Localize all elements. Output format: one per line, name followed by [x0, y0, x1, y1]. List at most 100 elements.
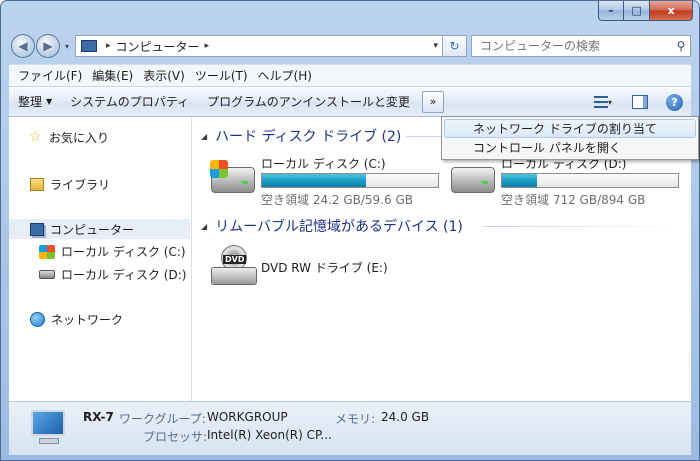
help-button[interactable]: ?	[666, 93, 683, 111]
nav-network-label: ネットワーク	[51, 313, 124, 327]
system-drive-icon	[39, 244, 55, 259]
refresh-icon: ↻	[449, 39, 460, 53]
menu-open-control-panel[interactable]: コントロール パネルを開く	[444, 138, 696, 157]
nav-libraries[interactable]: ライブラリ	[30, 176, 110, 193]
refresh-button[interactable]: ↻	[443, 35, 467, 57]
star-icon: ☆	[29, 128, 42, 145]
menu-tools[interactable]: ツール(T)	[190, 67, 253, 84]
back-arrow-icon: ◀	[18, 39, 28, 53]
close-icon: x	[667, 4, 675, 17]
computer-icon	[30, 222, 44, 236]
navigation-pane: ☆ お気に入り ライブラリ コンピューター ローカル ディスク (C:) ローカ…	[9, 117, 192, 401]
group-removable-label: リムーバブル記憶域があるデバイス (1)	[215, 219, 463, 235]
search-box[interactable]: ⚲	[471, 35, 691, 57]
nav-computer-label: コンピューター	[50, 222, 135, 237]
dvd-drive-name: DVD RW ドライブ (E:)	[261, 261, 388, 275]
network-icon	[30, 312, 45, 327]
details-pane: RX-7 ワークグループ: WORKGROUP メモリ: 24.0 GB プロセ…	[9, 401, 691, 455]
forward-button[interactable]: ▶	[36, 34, 60, 58]
nav-favorites[interactable]: ☆ お気に入り	[29, 129, 109, 146]
processor-value: Intel(R) Xeon(R) CP...	[207, 428, 332, 442]
breadcrumb-separator[interactable]: ▸	[205, 41, 210, 51]
nav-drive-d[interactable]: ローカル ディスク (D:)	[39, 266, 186, 283]
drive-led-icon	[482, 181, 488, 184]
preview-pane-button[interactable]	[632, 95, 648, 109]
nav-drive-c-label: ローカル ディスク (C:)	[61, 245, 186, 259]
dvd-drive-tile[interactable]: DVD DVD RW ドライブ (E:)	[211, 245, 451, 289]
nav-favorites-label: お気に入り	[49, 131, 110, 145]
address-history-dropdown[interactable]: ▾	[433, 41, 438, 51]
maximize-icon: □	[631, 4, 642, 17]
menu-help[interactable]: ヘルプ(H)	[253, 67, 317, 84]
drive-c-name: ローカル ディスク (C:)	[261, 157, 386, 171]
collapse-group-icon: ◢	[201, 131, 208, 141]
drive-d-usage-fill	[502, 174, 538, 187]
group-divider	[483, 226, 683, 227]
drive-body-icon	[211, 267, 257, 285]
computer-icon	[27, 410, 69, 450]
organize-label: 整理	[18, 95, 43, 109]
drive-c-tile[interactable]: ローカル ディスク (C:) 空き領域 24.2 GB/59.6 GB	[210, 155, 451, 207]
nav-drive-d-label: ローカル ディスク (D:)	[61, 268, 187, 282]
nav-libraries-label: ライブラリ	[50, 178, 111, 192]
group-hard-disks-label: ハード ディスク ドライブ (2)	[215, 129, 402, 145]
group-hard-disks[interactable]: ◢ ハード ディスク ドライブ (2)	[201, 126, 401, 146]
drive-d-free-space: 空き領域 712 GB/894 GB	[501, 193, 646, 207]
minimize-button[interactable]: –	[598, 1, 624, 21]
library-icon	[30, 178, 44, 191]
memory-label: メモリ:	[335, 412, 376, 426]
monitor-icon	[31, 410, 65, 436]
breadcrumb-separator[interactable]: ▸	[106, 41, 111, 51]
chevron-down-icon: ▾	[608, 97, 613, 107]
caption-buttons: – □ x	[598, 1, 693, 21]
nav-network[interactable]: ネットワーク	[30, 311, 123, 328]
search-input[interactable]	[472, 39, 672, 53]
change-view-button[interactable]: ▾	[594, 96, 620, 108]
menu-map-network-drive[interactable]: ネットワーク ドライブの割り当て	[444, 119, 696, 138]
nav-computer[interactable]: コンピューター	[9, 219, 190, 239]
view-details-icon	[594, 96, 608, 108]
more-commands-menu: ネットワーク ドライブの割り当て コントロール パネルを開く	[441, 116, 699, 160]
navigation-bar: ◀ ▶ ▾ ▸ コンピューター ▸ ▾ ↻ ⚲	[11, 33, 691, 59]
uninstall-program-button[interactable]: プログラムのアンインストールと変更	[198, 87, 419, 116]
computer-name: RX-7	[83, 410, 114, 424]
group-removable[interactable]: ◢ リムーバブル記憶域があるデバイス (1)	[201, 216, 463, 236]
drive-led-icon	[242, 181, 248, 184]
memory-value: 24.0 GB	[381, 410, 430, 424]
drive-c-usage-fill	[262, 174, 366, 187]
chevron-down-icon: ▼	[46, 97, 53, 106]
workgroup-value: WORKGROUP	[207, 410, 288, 424]
hard-drive-icon	[39, 270, 55, 279]
drive-c-usage-bar	[261, 173, 439, 188]
menu-view[interactable]: 表示(V)	[138, 67, 190, 84]
more-commands-button[interactable]: »	[422, 90, 445, 113]
explorer-window: – □ x ◀ ▶ ▾ ▸ コンピューター ▸ ▾ ↻ ⚲ ファイル(F) 編集…	[0, 0, 700, 461]
breadcrumb-computer[interactable]: コンピューター	[116, 38, 200, 55]
menu-file[interactable]: ファイル(F)	[13, 67, 87, 84]
search-icon[interactable]: ⚲	[672, 39, 690, 53]
recent-pages-dropdown[interactable]: ▾	[61, 42, 73, 51]
nav-drive-c[interactable]: ローカル ディスク (C:)	[39, 243, 186, 260]
computer-icon	[81, 40, 97, 52]
drive-d-usage-bar	[501, 173, 679, 188]
drive-c-free-space: 空き領域 24.2 GB/59.6 GB	[261, 193, 413, 207]
workgroup-label: ワークグループ:	[119, 412, 206, 426]
forward-arrow-icon: ▶	[43, 39, 53, 53]
command-bar: 整理 ▼ システムのプロパティ プログラムのアンインストールと変更 » ▾ ?	[9, 86, 691, 117]
drive-d-tile[interactable]: ローカル ディスク (D:) 空き領域 712 GB/894 GB	[451, 155, 691, 207]
minimize-icon: –	[608, 4, 614, 17]
menu-bar: ファイル(F) 編集(E) 表示(V) ツール(T) ヘルプ(H)	[9, 64, 691, 86]
system-drive-icon	[210, 160, 255, 193]
collapse-group-icon: ◢	[201, 221, 208, 231]
processor-label: プロセッサ:	[143, 430, 208, 444]
address-bar[interactable]: ▸ コンピューター ▸ ▾	[75, 35, 443, 57]
organize-button[interactable]: 整理 ▼	[9, 87, 61, 116]
system-properties-button[interactable]: システムのプロパティ	[61, 87, 198, 116]
back-button[interactable]: ◀	[11, 34, 35, 58]
close-button[interactable]: x	[650, 1, 693, 21]
hard-drive-icon	[451, 167, 495, 193]
menu-edit[interactable]: 編集(E)	[87, 67, 138, 84]
dvd-badge: DVD	[223, 255, 247, 264]
dvd-drive-icon: DVD	[211, 245, 257, 285]
maximize-button[interactable]: □	[624, 1, 650, 21]
